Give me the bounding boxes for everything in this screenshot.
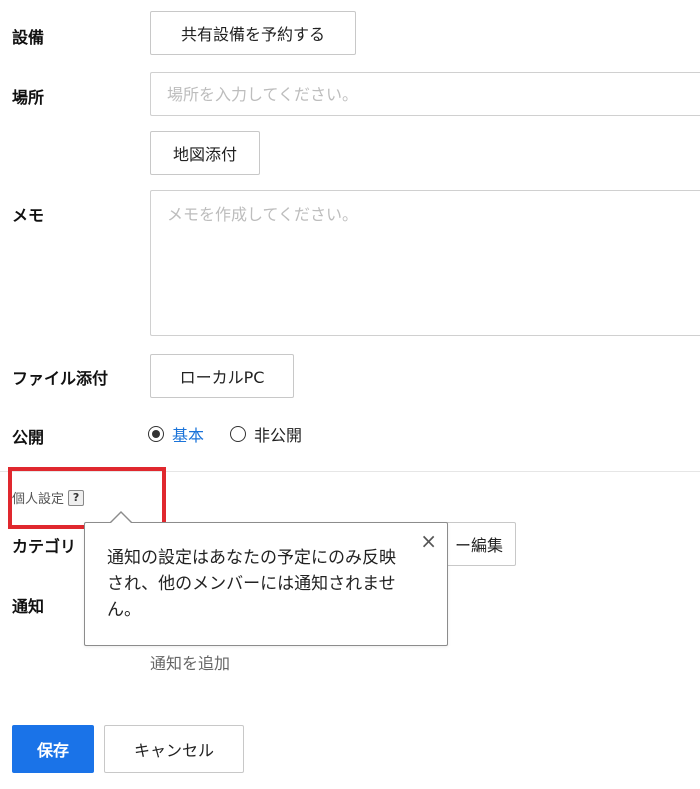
save-button[interactable]: 保存	[12, 725, 94, 773]
location-input[interactable]	[150, 72, 700, 116]
memo-label: メモ	[12, 206, 45, 225]
radio-public[interactable]: 基本	[148, 422, 204, 446]
visibility-label: 公開	[12, 428, 45, 447]
radio-public-label: 基本	[172, 426, 205, 445]
tooltip-arrow-inner	[111, 513, 131, 523]
category-edit-button[interactable]: ー編集	[440, 522, 516, 566]
local-pc-button[interactable]: ローカルPC	[150, 354, 294, 398]
visibility-radio-group: 基本 非公開	[148, 420, 328, 448]
attachment-label: ファイル添付	[12, 369, 109, 388]
notify-label: 通知	[12, 597, 45, 616]
radio-checked-icon	[148, 426, 164, 442]
radio-private[interactable]: 非公開	[230, 422, 302, 446]
add-notification-link[interactable]: 通知を追加	[150, 650, 230, 674]
cancel-button[interactable]: キャンセル	[104, 725, 244, 773]
radio-private-label: 非公開	[254, 426, 303, 445]
facility-label: 設備	[12, 28, 45, 47]
radio-unchecked-icon	[230, 426, 247, 442]
category-label: カテゴリ	[12, 537, 77, 556]
memo-textarea[interactable]	[150, 190, 700, 336]
tooltip-text: 通知の設定はあなたの予定にのみ反映され、他のメンバーには通知されません。	[107, 548, 396, 620]
reserve-facility-button[interactable]: 共有設備を予約する	[150, 11, 356, 55]
map-attach-button[interactable]: 地図添付	[150, 131, 260, 175]
highlight-box	[8, 467, 166, 529]
help-tooltip: × 通知の設定はあなたの予定にのみ反映され、他のメンバーには通知されません。	[84, 522, 448, 646]
close-icon[interactable]: ×	[420, 531, 437, 551]
location-label: 場所	[12, 88, 45, 107]
